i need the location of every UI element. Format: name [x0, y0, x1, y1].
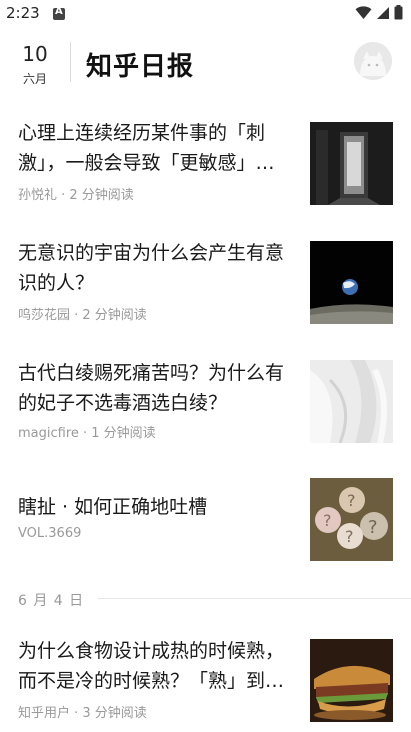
- story-meta: 孙悦礼 · 2 分钟阅读: [18, 188, 134, 203]
- story-thumbnail: [310, 360, 393, 443]
- avatar-icon: [354, 42, 392, 80]
- status-icons: [355, 5, 403, 20]
- story-title: 古代白绫赐死痛苦吗？为什么有的妃子不选毒酒选白绫？: [18, 362, 285, 414]
- status-time: 2:23: [6, 4, 40, 22]
- section-date-header: 6 月 4 日: [0, 586, 411, 616]
- header-divider: [70, 42, 71, 82]
- svg-text:?: ?: [368, 517, 378, 538]
- story-meta: magicfire · 1 分钟阅读: [18, 426, 156, 441]
- section-divider: [98, 598, 411, 599]
- svg-text:?: ?: [345, 527, 354, 546]
- story-title: 瞎扯 · 如何正确地吐槽: [18, 496, 208, 518]
- svg-text:?: ?: [323, 511, 332, 530]
- story-thumbnail: [310, 639, 393, 722]
- status-bar: 2:23: [0, 0, 411, 30]
- story-item[interactable]: 瞎扯 · 如何正确地吐槽 VOL.3669 ? ? ? ?: [0, 478, 411, 584]
- story-thumbnail: ? ? ? ?: [310, 478, 393, 561]
- story-thumbnail: [310, 241, 393, 324]
- story-meta: 呜莎花园 · 2 分钟阅读: [18, 308, 147, 323]
- svg-text:?: ?: [347, 491, 356, 510]
- story-title: 心理上连续经历某件事的「刺激」，一般会导致「更敏感」还是「更麻木」？: [18, 122, 275, 174]
- story-title: 为什么食物设计成热的时候熟，而不是冷的时候熟？「熟」到底是怎么回事？: [18, 640, 285, 692]
- story-meta: 知乎用户 · 3 分钟阅读: [18, 706, 147, 721]
- story-title: 无意识的宇宙为什么会产生有意识的人？: [18, 242, 285, 294]
- battery-icon: [394, 5, 403, 20]
- story-meta: VOL.3669: [18, 526, 82, 541]
- date-day: 10: [22, 42, 48, 66]
- story-item[interactable]: 古代白绫赐死痛苦吗？为什么有的妃子不选毒酒选白绫？ magicfire · 1 …: [0, 358, 411, 450]
- date-month: 六月: [22, 72, 47, 86]
- story-item[interactable]: 无意识的宇宙为什么会产生有意识的人？ 呜莎花园 · 2 分钟阅读: [0, 238, 411, 330]
- signal-icon: [377, 6, 389, 19]
- story-item[interactable]: 为什么食物设计成热的时候熟，而不是冷的时候熟？「熟」到底是怎么回事？ 知乎用户 …: [0, 636, 411, 728]
- story-item[interactable]: 心理上连续经历某件事的「刺激」，一般会导致「更敏感」还是「更麻木」？ 孙悦礼 ·…: [0, 118, 411, 210]
- page-title: 知乎日报: [86, 52, 195, 82]
- wifi-icon: [355, 5, 372, 19]
- avatar[interactable]: [354, 42, 392, 80]
- app-header: 10 六月 知乎日报: [0, 36, 411, 92]
- notification-icon: [53, 6, 65, 20]
- story-thumbnail: [310, 122, 393, 205]
- section-date-label: 6 月 4 日: [18, 593, 85, 609]
